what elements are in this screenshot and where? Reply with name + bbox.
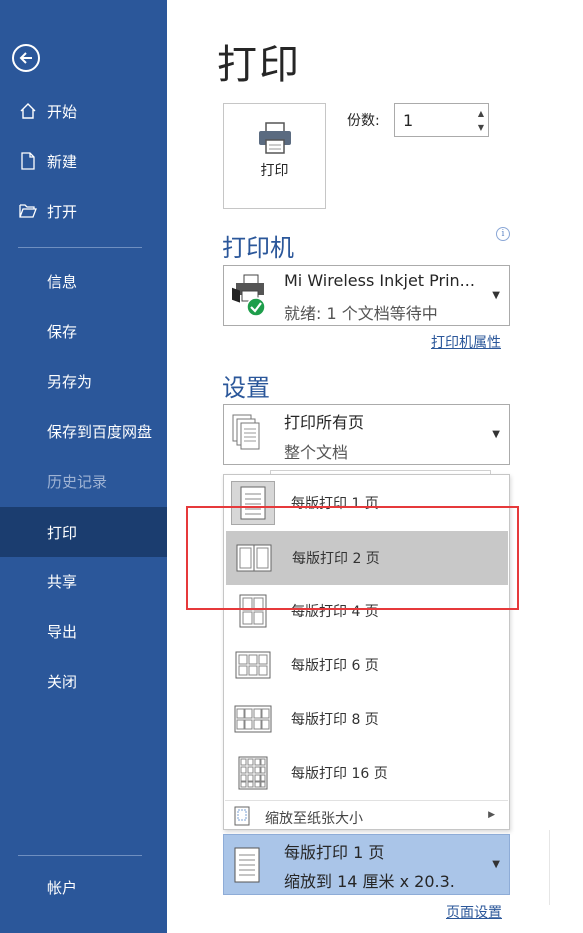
page-setup-link[interactable]: 页面设置 (446, 902, 502, 922)
printer-properties-link[interactable]: 打印机属性 (431, 332, 501, 352)
sidebar-item-label: 保存 (47, 322, 78, 341)
scale-to-paper-size-item[interactable]: 缩放至纸张大小 ▶ (225, 803, 509, 829)
home-icon (18, 101, 38, 121)
annotation-highlight-box (186, 506, 519, 610)
sidebar-item-info[interactable]: 信息 (0, 261, 167, 301)
settings-section-title: 设置 (222, 374, 270, 402)
sidebar-item-export[interactable]: 导出 (0, 611, 167, 651)
sidebar-item-label: 信息 (47, 272, 78, 291)
sidebar-item-history: 历史记录 (0, 461, 167, 501)
menu-item-label: 每版打印 8 页 (291, 712, 379, 728)
scale-to-paper-label: 缩放至纸张大小 (265, 811, 363, 827)
sidebar-item-label: 共享 (47, 572, 78, 591)
menu-item-8-pages[interactable]: 每版打印 8 页 (225, 692, 509, 746)
sidebar-item-home[interactable]: 开始 (0, 91, 167, 131)
sidebar-item-new[interactable]: 新建 (0, 141, 167, 181)
printer-icon (259, 122, 291, 154)
pages-per-sheet-title: 每版打印 1 页 (284, 843, 385, 862)
sidebar-divider (18, 855, 142, 856)
info-icon[interactable]: i (496, 227, 510, 241)
print-button-label: 打印 (260, 163, 289, 179)
sidebar-item-save-to-baidu[interactable]: 保存到百度网盘 (0, 411, 167, 451)
printer-name: Mi Wireless Inkjet Prin... (284, 271, 475, 290)
copies-value: 1 (403, 111, 414, 130)
print-range-sub: 整个文档 (284, 443, 349, 462)
sidebar-item-share[interactable]: 共享 (0, 561, 167, 601)
sidebar-item-save-as[interactable]: 另存为 (0, 361, 167, 401)
scrollbar-track[interactable] (549, 830, 550, 905)
copies-stepper[interactable]: 1 ▲ ▼ (394, 103, 489, 137)
printer-dropdown[interactable]: Mi Wireless Inkjet Prin... 就绪: 1 个文档等待中 … (223, 265, 510, 326)
sidebar-item-label: 导出 (47, 622, 78, 641)
backstage-sidebar: 开始 新建 打开 信息 保存 另存为 保存到百度网盘 历史记录 打印 共享 导出… (0, 0, 167, 933)
sidebar-item-label: 历史记录 (47, 472, 108, 491)
sidebar-item-print[interactable]: 打印 (0, 507, 167, 557)
six-pages-layout-icon (231, 643, 275, 687)
sixteen-pages-layout-icon (231, 751, 275, 795)
one-page-layout-icon (234, 847, 260, 883)
sidebar-item-account[interactable]: 帐户 (0, 867, 167, 907)
sidebar-item-label: 打印 (47, 523, 78, 542)
sidebar-item-label: 开始 (47, 102, 78, 121)
menu-item-16-pages[interactable]: 每版打印 16 页 (225, 746, 509, 800)
printer-ready-icon (232, 274, 266, 317)
spin-down-icon[interactable]: ▼ (478, 124, 484, 132)
print-range-dropdown[interactable]: 打印所有页 整个文档 ▼ (223, 404, 510, 465)
back-arrow-icon[interactable] (12, 44, 40, 72)
printer-section-title: 打印机 (222, 234, 294, 262)
sidebar-item-save[interactable]: 保存 (0, 311, 167, 351)
pages-per-sheet-dropdown[interactable]: 每版打印 1 页 缩放到 14 厘米 x 20.3... ▼ (223, 834, 510, 895)
sidebar-divider (18, 247, 142, 248)
sidebar-item-label: 另存为 (47, 372, 93, 391)
chevron-down-icon: ▼ (492, 859, 500, 870)
new-document-icon (18, 151, 38, 171)
sidebar-item-close[interactable]: 关闭 (0, 661, 167, 701)
print-button[interactable]: 打印 (223, 103, 326, 209)
copies-label: 份数: (347, 113, 380, 129)
chevron-right-icon: ▶ (488, 810, 495, 820)
sidebar-item-label: 关闭 (47, 672, 78, 691)
sidebar-item-open[interactable]: 打开 (0, 191, 167, 231)
eight-pages-layout-icon (231, 697, 275, 741)
scale-to-paper-icon (234, 806, 250, 826)
folder-open-icon (18, 201, 38, 221)
pages-per-sheet-sub: 缩放到 14 厘米 x 20.3... (284, 872, 456, 891)
menu-item-label: 每版打印 16 页 (291, 766, 388, 782)
chevron-down-icon: ▼ (492, 429, 500, 440)
spin-up-icon[interactable]: ▲ (478, 110, 484, 118)
page-title: 打印 (217, 42, 301, 88)
menu-item-label: 每版打印 6 页 (291, 658, 379, 674)
pages-stack-icon (232, 414, 260, 450)
print-range-title: 打印所有页 (284, 413, 365, 432)
menu-divider (225, 800, 508, 801)
printer-status: 就绪: 1 个文档等待中 (284, 304, 438, 323)
chevron-down-icon: ▼ (492, 290, 500, 301)
sidebar-item-label: 新建 (47, 152, 78, 171)
sidebar-item-label: 打开 (47, 202, 78, 221)
menu-item-6-pages[interactable]: 每版打印 6 页 (225, 638, 509, 692)
sidebar-item-label: 帐户 (47, 878, 78, 897)
sidebar-item-label: 保存到百度网盘 (47, 422, 153, 441)
